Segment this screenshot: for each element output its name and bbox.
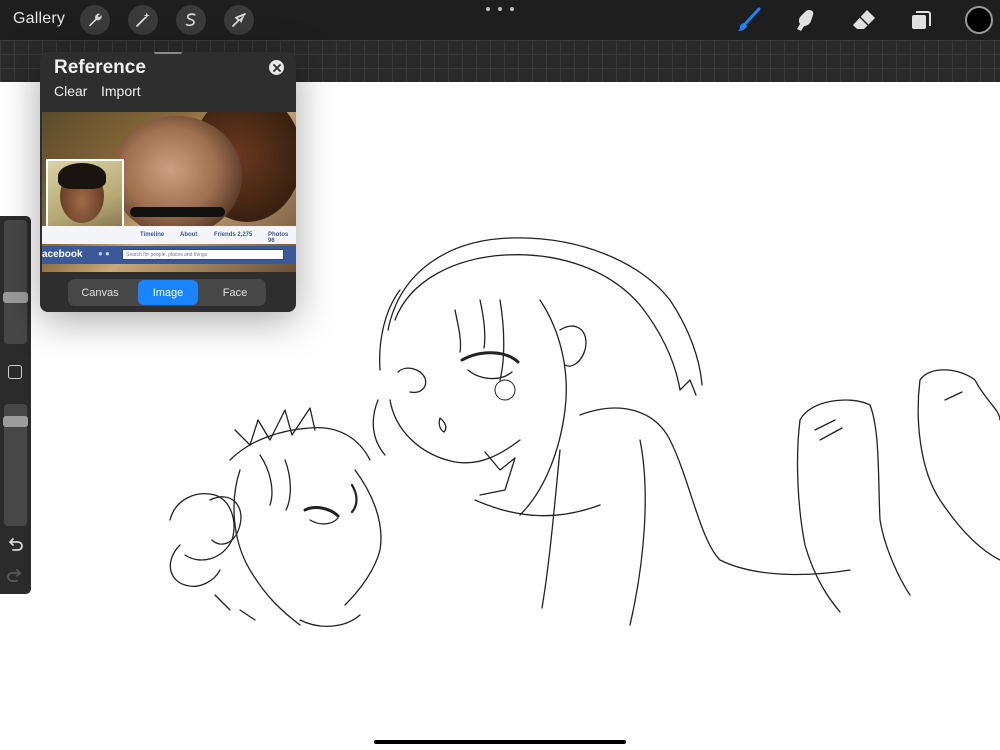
- reference-mode-selector: Canvas Image Face: [68, 279, 266, 306]
- modify-button[interactable]: [8, 365, 22, 379]
- import-button[interactable]: Import: [101, 83, 141, 99]
- sketch-stroke: [259, 454, 292, 511]
- reference-title: Reference: [54, 57, 146, 78]
- opacity-slider[interactable]: [3, 404, 28, 526]
- close-icon: [272, 63, 281, 72]
- sketch-stroke: [541, 449, 561, 609]
- undo-icon[interactable]: [6, 536, 24, 554]
- top-toolbar: Gallery: [0, 0, 1000, 40]
- sketch-stroke: [639, 304, 697, 396]
- redo-icon[interactable]: [6, 567, 24, 585]
- sketch-stroke: [389, 399, 521, 464]
- sketch-stroke: [387, 237, 703, 386]
- sketch-stroke: [299, 614, 361, 627]
- brush-button[interactable]: [733, 4, 765, 36]
- sketch-stroke: [467, 369, 513, 380]
- reference-panel: Reference Clear Import Timeline About Fr…: [40, 52, 296, 312]
- redacted-name-scribble: [130, 207, 225, 217]
- smudge-finger-icon: [797, 10, 814, 31]
- sketch-stroke: [479, 299, 486, 349]
- sketch-stroke: [209, 496, 242, 545]
- sketch-stroke: [454, 309, 462, 353]
- sketch-stroke: [394, 254, 641, 321]
- sketch-stroke: [234, 407, 316, 446]
- sketch-stroke: [479, 451, 516, 496]
- close-button[interactable]: [269, 60, 284, 75]
- magic-wand-icon: [136, 12, 150, 27]
- selection-s-icon: [185, 13, 196, 27]
- fb-header-bar: acebook ● ● Search for people, places an…: [42, 246, 296, 264]
- smudge-button[interactable]: [790, 4, 822, 36]
- sketch-stroke: [344, 469, 382, 606]
- sketch-stroke: [214, 594, 256, 621]
- fb-profile-tabs: Timeline About Friends 2,275 Photos 96: [42, 226, 296, 244]
- sketch-stroke: [372, 399, 386, 456]
- brush-icon: [738, 7, 761, 31]
- mode-face-button[interactable]: Face: [205, 280, 265, 305]
- sketch-stroke: [499, 299, 505, 381]
- sketch-stroke: [919, 369, 1000, 421]
- sketch-stroke: [494, 379, 516, 401]
- brush-size-handle[interactable]: [3, 292, 28, 303]
- sketch-stroke: [629, 439, 646, 626]
- clear-button[interactable]: Clear: [54, 83, 87, 99]
- sketch-stroke: [519, 299, 567, 516]
- opacity-handle[interactable]: [3, 416, 28, 427]
- sketch-stroke: [350, 483, 358, 514]
- sketch-stroke: [309, 517, 339, 525]
- mode-image-button[interactable]: Image: [138, 280, 198, 305]
- panel-grabber[interactable]: [154, 52, 182, 54]
- sketch-stroke: [169, 493, 235, 561]
- actions-button[interactable]: [80, 5, 110, 35]
- fb-search-field: Search for people, places and things: [122, 249, 284, 260]
- layers-icon: [912, 11, 931, 29]
- sketch-stroke: [303, 506, 340, 518]
- selection-button[interactable]: [176, 5, 206, 35]
- sketch-stroke: [460, 351, 520, 364]
- left-sidebar: [0, 216, 31, 594]
- sketch-stroke: [814, 391, 963, 441]
- eraser-icon: [853, 10, 875, 29]
- brush-size-slider[interactable]: [3, 220, 28, 344]
- mode-canvas-button[interactable]: Canvas: [70, 280, 130, 305]
- fb-notification-icons: ● ●: [98, 249, 110, 258]
- wrench-icon: [89, 13, 102, 27]
- reference-image[interactable]: Timeline About Friends 2,275 Photos 96 a…: [42, 112, 296, 272]
- sketch-stroke: [796, 419, 841, 613]
- fb-logo: acebook: [42, 249, 83, 260]
- sketch-stroke: [397, 367, 427, 394]
- arrow-cursor-icon: [232, 13, 246, 27]
- reference-photo-face: [112, 116, 242, 236]
- sketch-stroke: [438, 417, 447, 433]
- eraser-button[interactable]: [848, 4, 880, 36]
- home-indicator[interactable]: [374, 740, 626, 744]
- sketch-stroke: [474, 499, 601, 517]
- layers-button[interactable]: [905, 4, 937, 36]
- sketch-stroke: [579, 407, 851, 576]
- more-options-icon[interactable]: [486, 3, 514, 15]
- gallery-button[interactable]: Gallery: [13, 10, 65, 28]
- transform-button[interactable]: [224, 5, 254, 35]
- color-picker-button[interactable]: [965, 6, 993, 34]
- sketch-stroke: [917, 379, 1000, 561]
- sketch-stroke: [169, 544, 221, 587]
- adjustments-button[interactable]: [128, 5, 158, 35]
